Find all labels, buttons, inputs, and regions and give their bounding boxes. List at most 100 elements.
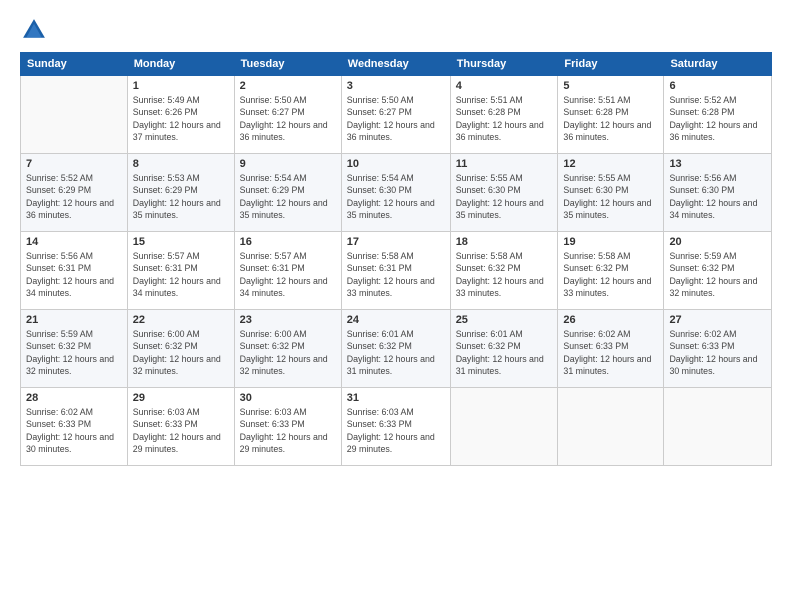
day-info: Sunrise: 5:57 AM Sunset: 6:31 PM Dayligh… [240,250,336,299]
day-number: 1 [133,80,229,92]
calendar-cell: 7Sunrise: 5:52 AM Sunset: 6:29 PM Daylig… [21,154,128,232]
calendar-cell: 31Sunrise: 6:03 AM Sunset: 6:33 PM Dayli… [341,388,450,466]
calendar-week-row: 28 Sunrise: 6:02 AM Sunset: 6:33 PM Dayli… [21,388,772,466]
calendar-table: SundayMondayTuesdayWednesdayThursdayFrid… [20,52,772,466]
day-number: 11 [456,158,553,170]
day-info: Sunrise: 6:00 AM Sunset: 6:32 PM Dayligh… [133,328,229,377]
day-number: 13 [669,158,766,170]
calendar-cell: 13Sunrise: 5:56 AM Sunset: 6:30 PM Dayli… [664,154,772,232]
calendar-cell: 10Sunrise: 5:54 AM Sunset: 6:30 PM Dayli… [341,154,450,232]
day-info: Sunrise: 5:49 AM Sunset: 6:26 PM Dayligh… [133,94,229,143]
day-number: 28 [26,392,122,404]
header-row: SundayMondayTuesdayWednesdayThursdayFrid… [21,53,772,76]
day-info: Sunrise: 6:03 AM Sunset: 6:33 PM Dayligh… [133,406,229,455]
calendar-week-row: 21Sunrise: 5:59 AM Sunset: 6:32 PM Dayli… [21,310,772,388]
day-info: Sunrise: 6:03 AM Sunset: 6:33 PM Dayligh… [347,406,445,455]
calendar-cell: 2 Sunrise: 5:50 AM Sunset: 6:27 PM Daylig… [234,76,341,154]
day-number: 23 [240,314,336,326]
day-number: 22 [133,314,229,326]
day-info: Sunrise: 5:53 AM Sunset: 6:29 PM Dayligh… [133,172,229,221]
header-day: Friday [558,53,664,76]
calendar-cell: 28 Sunrise: 6:02 AM Sunset: 6:33 PM Dayli… [21,388,128,466]
calendar-week-row: 14Sunrise: 5:56 AM Sunset: 6:31 PM Dayli… [21,232,772,310]
day-number: 6 [669,80,766,92]
day-info: Sunrise: 5:58 AM Sunset: 6:32 PM Dayligh… [563,250,658,299]
day-number: 20 [669,236,766,248]
day-number: 26 [563,314,658,326]
calendar-cell: 4 Sunrise: 5:51 AM Sunset: 6:28 PM Daylig… [450,76,558,154]
header-day: Thursday [450,53,558,76]
day-info: Sunrise: 5:55 AM Sunset: 6:30 PM Dayligh… [563,172,658,221]
day-info: Sunrise: 5:58 AM Sunset: 6:31 PM Dayligh… [347,250,445,299]
day-number: 12 [563,158,658,170]
calendar-cell: 5 Sunrise: 5:51 AM Sunset: 6:28 PM Daylig… [558,76,664,154]
day-info: Sunrise: 5:55 AM Sunset: 6:30 PM Dayligh… [456,172,553,221]
day-info: Sunrise: 6:01 AM Sunset: 6:32 PM Dayligh… [347,328,445,377]
calendar-cell: 8 Sunrise: 5:53 AM Sunset: 6:29 PM Daylig… [127,154,234,232]
day-number: 19 [563,236,658,248]
calendar-cell: 17 Sunrise: 5:58 AM Sunset: 6:31 PM Dayli… [341,232,450,310]
calendar-cell: 22 Sunrise: 6:00 AM Sunset: 6:32 PM Dayli… [127,310,234,388]
calendar-cell: 25 Sunrise: 6:01 AM Sunset: 6:32 PM Dayli… [450,310,558,388]
day-info: Sunrise: 5:51 AM Sunset: 6:28 PM Dayligh… [456,94,553,143]
logo-icon [20,16,48,44]
day-number: 17 [347,236,445,248]
calendar-week-row: 7Sunrise: 5:52 AM Sunset: 6:29 PM Daylig… [21,154,772,232]
day-number: 4 [456,80,553,92]
calendar-cell [664,388,772,466]
day-number: 10 [347,158,445,170]
day-info: Sunrise: 6:03 AM Sunset: 6:33 PM Dayligh… [240,406,336,455]
calendar-cell: 29 Sunrise: 6:03 AM Sunset: 6:33 PM Dayli… [127,388,234,466]
calendar-cell: 20 Sunrise: 5:59 AM Sunset: 6:32 PM Dayli… [664,232,772,310]
day-number: 30 [240,392,336,404]
calendar-cell: 6 Sunrise: 5:52 AM Sunset: 6:28 PM Daylig… [664,76,772,154]
day-number: 16 [240,236,336,248]
calendar-cell: 30 Sunrise: 6:03 AM Sunset: 6:33 PM Dayli… [234,388,341,466]
calendar-cell: 11 Sunrise: 5:55 AM Sunset: 6:30 PM Dayli… [450,154,558,232]
day-number: 9 [240,158,336,170]
day-info: Sunrise: 6:01 AM Sunset: 6:32 PM Dayligh… [456,328,553,377]
day-info: Sunrise: 6:02 AM Sunset: 6:33 PM Dayligh… [563,328,658,377]
header-day: Tuesday [234,53,341,76]
calendar-cell: 12 Sunrise: 5:55 AM Sunset: 6:30 PM Dayli… [558,154,664,232]
header-day: Sunday [21,53,128,76]
day-info: Sunrise: 5:58 AM Sunset: 6:32 PM Dayligh… [456,250,553,299]
day-info: Sunrise: 5:50 AM Sunset: 6:27 PM Dayligh… [240,94,336,143]
calendar-cell: 16 Sunrise: 5:57 AM Sunset: 6:31 PM Dayli… [234,232,341,310]
day-number: 25 [456,314,553,326]
day-number: 8 [133,158,229,170]
calendar-cell: 3Sunrise: 5:50 AM Sunset: 6:27 PM Daylig… [341,76,450,154]
day-info: Sunrise: 6:02 AM Sunset: 6:33 PM Dayligh… [669,328,766,377]
day-info: Sunrise: 5:52 AM Sunset: 6:29 PM Dayligh… [26,172,122,221]
day-number: 24 [347,314,445,326]
calendar-cell: 14Sunrise: 5:56 AM Sunset: 6:31 PM Dayli… [21,232,128,310]
calendar-cell: 23 Sunrise: 6:00 AM Sunset: 6:32 PM Dayli… [234,310,341,388]
day-number: 5 [563,80,658,92]
calendar-cell: 15Sunrise: 5:57 AM Sunset: 6:31 PM Dayli… [127,232,234,310]
calendar-cell: 27 Sunrise: 6:02 AM Sunset: 6:33 PM Dayli… [664,310,772,388]
calendar-cell: 1 Sunrise: 5:49 AM Sunset: 6:26 PM Daylig… [127,76,234,154]
logo [20,16,52,44]
day-info: Sunrise: 5:52 AM Sunset: 6:28 PM Dayligh… [669,94,766,143]
page: SundayMondayTuesdayWednesdayThursdayFrid… [0,0,792,612]
calendar-cell [21,76,128,154]
calendar-cell [450,388,558,466]
day-number: 2 [240,80,336,92]
day-info: Sunrise: 5:56 AM Sunset: 6:31 PM Dayligh… [26,250,122,299]
day-info: Sunrise: 5:59 AM Sunset: 6:32 PM Dayligh… [669,250,766,299]
day-info: Sunrise: 5:54 AM Sunset: 6:29 PM Dayligh… [240,172,336,221]
day-info: Sunrise: 5:51 AM Sunset: 6:28 PM Dayligh… [563,94,658,143]
calendar-cell [558,388,664,466]
day-number: 15 [133,236,229,248]
day-number: 18 [456,236,553,248]
calendar-cell: 9 Sunrise: 5:54 AM Sunset: 6:29 PM Daylig… [234,154,341,232]
day-info: Sunrise: 5:50 AM Sunset: 6:27 PM Dayligh… [347,94,445,143]
day-info: Sunrise: 6:02 AM Sunset: 6:33 PM Dayligh… [26,406,122,455]
header [20,16,772,44]
day-number: 21 [26,314,122,326]
day-number: 29 [133,392,229,404]
calendar-cell: 24 Sunrise: 6:01 AM Sunset: 6:32 PM Dayli… [341,310,450,388]
day-info: Sunrise: 6:00 AM Sunset: 6:32 PM Dayligh… [240,328,336,377]
day-number: 27 [669,314,766,326]
calendar-cell: 26 Sunrise: 6:02 AM Sunset: 6:33 PM Dayli… [558,310,664,388]
